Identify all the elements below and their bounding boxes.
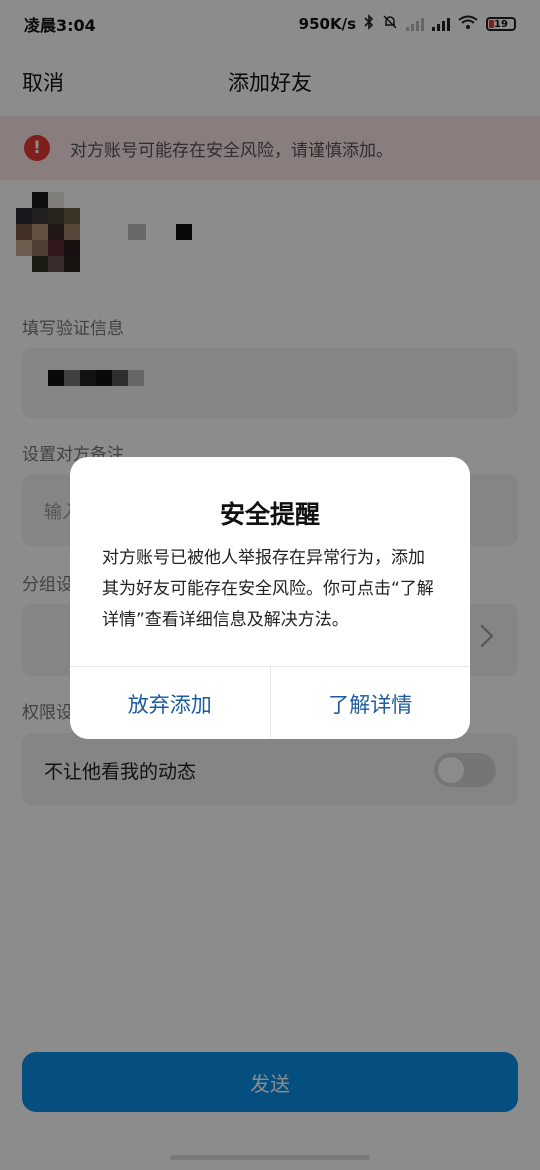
dialog-buttons: 放弃添加 了解详情 (70, 666, 470, 739)
dialog-message: 对方账号已被他人举报存在异常行为，添加其为好友可能存在安全风险。你可点击“了解详… (102, 548, 434, 630)
security-alert-dialog: 安全提醒 对方账号已被他人举报存在异常行为，添加其为好友可能存在安全风险。你可点… (70, 457, 470, 739)
abandon-add-button[interactable]: 放弃添加 (70, 667, 270, 739)
learn-details-button[interactable]: 了解详情 (269, 667, 471, 739)
dialog-title: 安全提醒 (219, 500, 320, 529)
